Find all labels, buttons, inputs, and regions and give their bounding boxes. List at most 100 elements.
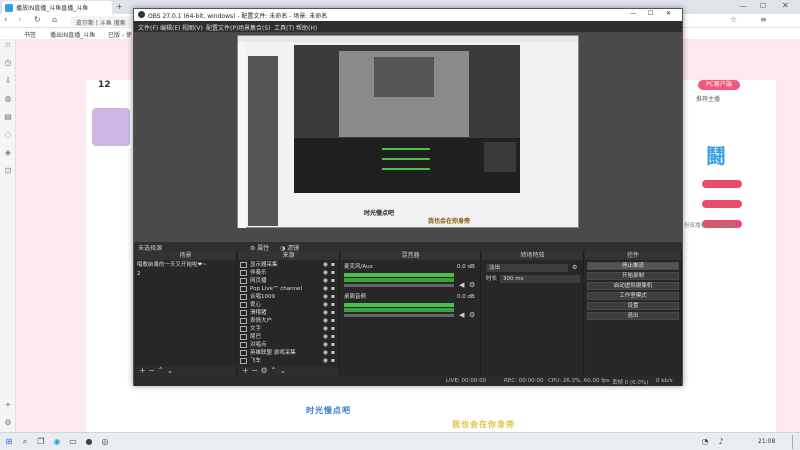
network-icon[interactable]: ◔ (700, 437, 710, 447)
browser-tab-active[interactable]: 播放IN直播_斗鱼直播_斗鱼 (2, 1, 112, 14)
settings-button[interactable]: 设置 (587, 302, 679, 310)
home-icon[interactable]: ⌂ (52, 15, 57, 24)
bookmark-item[interactable]: 播出IN直播_斗鱼 (50, 30, 95, 39)
eye-icon[interactable]: ◉ (323, 293, 328, 301)
close-icon[interactable]: ✕ (782, 1, 789, 10)
lock-icon[interactable]: ▪ (331, 269, 335, 277)
add-icon[interactable]: + (242, 366, 249, 375)
exit-button[interactable]: 退出 (587, 312, 679, 320)
duration-input[interactable]: 300 ms (500, 275, 580, 283)
source-item[interactable]: 尾巴 ◉ ▪ (240, 333, 338, 341)
obs-taskbar-icon[interactable]: ● (84, 437, 94, 447)
clock-icon[interactable]: ◷ (3, 58, 13, 68)
eye-icon[interactable]: ◉ (323, 333, 328, 341)
gear-icon[interactable]: ⚙ (261, 366, 268, 375)
eye-icon[interactable]: ◉ (323, 285, 328, 293)
lock-icon[interactable]: ▪ (331, 341, 335, 349)
studio-mode-button[interactable]: 工作室模式 (587, 292, 679, 300)
pc-client-button[interactable]: PC客户端 (698, 80, 740, 90)
lock-icon[interactable]: ▪ (331, 277, 335, 285)
eye-icon[interactable]: ◉ (323, 341, 328, 349)
source-item[interactable]: Pop Live™ channel ◉ ▪ (240, 285, 338, 293)
eye-icon[interactable]: ◉ (323, 325, 328, 333)
eye-icon[interactable]: ◉ (323, 317, 328, 325)
cart-icon[interactable]: ⊡ (3, 166, 13, 176)
down-icon[interactable]: ⌄ (167, 366, 174, 375)
eye-icon[interactable]: ◉ (323, 349, 328, 357)
settings-icon[interactable]: ⚙ (3, 418, 13, 428)
source-item[interactable]: 合唱1009 ◉ ▪ (240, 293, 338, 301)
stop-streaming-button[interactable]: 停止推流 (587, 262, 679, 270)
menu-edit[interactable]: 编辑(E) (160, 23, 180, 32)
maximize-icon[interactable]: ☐ (648, 10, 653, 17)
clock[interactable]: 21:08 (758, 438, 775, 445)
virtual-camera-button[interactable]: 启动虚拟摄像机 (587, 282, 679, 290)
source-item[interactable]: 爱心 ◉ ▪ (240, 301, 338, 309)
lock-icon[interactable]: ▪ (331, 325, 335, 333)
source-item[interactable]: 显示器采集 ◉ ▪ (240, 261, 338, 269)
menu-icon[interactable]: ≡ (760, 15, 767, 24)
maximize-icon[interactable]: ☐ (760, 2, 766, 10)
search-icon[interactable]: ⌕ (20, 437, 30, 447)
gear-icon[interactable]: ⚙ (572, 264, 577, 271)
streamer-avatar[interactable] (92, 108, 130, 146)
minimize-icon[interactable]: — (630, 10, 636, 17)
up-icon[interactable]: ⌃ (270, 366, 277, 375)
scene-item[interactable]: 2 (137, 270, 141, 278)
note-icon[interactable]: ▤ (3, 112, 13, 122)
remove-icon[interactable]: − (148, 366, 155, 375)
eye-icon[interactable]: ◉ (323, 269, 328, 277)
source-item[interactable]: 滑稽猪 ◉ ▪ (240, 309, 338, 317)
bookmark-item[interactable]: 书签 (24, 30, 36, 39)
star-icon[interactable]: ☆ (3, 40, 13, 50)
browser-taskbar-icon[interactable]: ◎ (100, 437, 110, 447)
menu-view[interactable]: 视图(V) (182, 23, 203, 32)
speaker-icon[interactable]: ◀ (459, 281, 464, 289)
down-icon[interactable]: ⌄ (279, 366, 286, 375)
menu-file[interactable]: 文件(F) (138, 23, 158, 32)
task-view-icon[interactable]: ❐ (36, 437, 46, 447)
source-item[interactable]: 飞车 ◉ ▪ (240, 357, 338, 365)
source-item[interactable]: 英雄联盟 游戏采集 ◉ ▪ (240, 349, 338, 357)
gear-icon[interactable]: ⚙ (469, 281, 475, 289)
source-item[interactable]: 伴奏乐 ◉ ▪ (240, 269, 338, 277)
menu-scene-collection[interactable]: 场景集合(S) (238, 23, 271, 32)
refresh-icon[interactable]: ↻ (34, 15, 41, 24)
lock-icon[interactable]: ▪ (331, 333, 335, 341)
gear-icon[interactable]: ⚙ (469, 311, 475, 319)
lock-icon[interactable]: ▪ (331, 285, 335, 293)
menu-help[interactable]: 帮助(H) (296, 23, 317, 32)
lock-icon[interactable]: ▪ (331, 317, 335, 325)
eye-icon[interactable]: ◉ (323, 261, 328, 269)
source-item[interactable]: 对唱点 ◉ ▪ (240, 341, 338, 349)
minimize-icon[interactable]: — (740, 2, 747, 10)
add-icon[interactable]: + (139, 366, 146, 375)
back-icon[interactable]: ‹ (4, 15, 8, 25)
new-tab-icon[interactable]: + (116, 2, 123, 11)
volume-slider[interactable] (344, 284, 454, 287)
forward-icon[interactable]: › (18, 15, 22, 25)
eye-icon[interactable]: ◉ (323, 309, 328, 317)
up-icon[interactable]: ⌃ (158, 366, 165, 375)
speaker-icon[interactable]: ◀ (459, 311, 464, 319)
eye-icon[interactable]: ◉ (323, 301, 328, 309)
bookmark-item[interactable]: 已版 - 使 (108, 30, 132, 39)
lock-icon[interactable]: ▪ (331, 293, 335, 301)
source-item[interactable]: 表情大户 ◉ ▪ (240, 317, 338, 325)
start-recording-button[interactable]: 开始录制 (587, 272, 679, 280)
remove-icon[interactable]: − (251, 366, 258, 375)
menu-profile[interactable]: 配置文件(P) (206, 23, 238, 32)
star-icon[interactable]: ☆ (730, 15, 737, 24)
lock-icon[interactable]: ▪ (331, 309, 335, 317)
lock-icon[interactable]: ▪ (331, 349, 335, 357)
transition-select[interactable]: 淡出 (486, 264, 568, 272)
volume-icon[interactable]: ♪ (716, 437, 726, 447)
source-item[interactable]: 文字 ◉ ▪ (240, 325, 338, 333)
folder-icon[interactable]: ▭ (68, 437, 78, 447)
lock-icon[interactable]: ▪ (331, 261, 335, 269)
scene-item[interactable]: 唱歌前奏的一天又开始啦❤~ (137, 261, 207, 269)
menu-tools[interactable]: 工具(T) (274, 23, 294, 32)
eye-icon[interactable]: ◉ (323, 357, 328, 365)
close-icon[interactable]: ✕ (666, 10, 671, 17)
chat-icon[interactable]: ◌ (3, 130, 13, 140)
